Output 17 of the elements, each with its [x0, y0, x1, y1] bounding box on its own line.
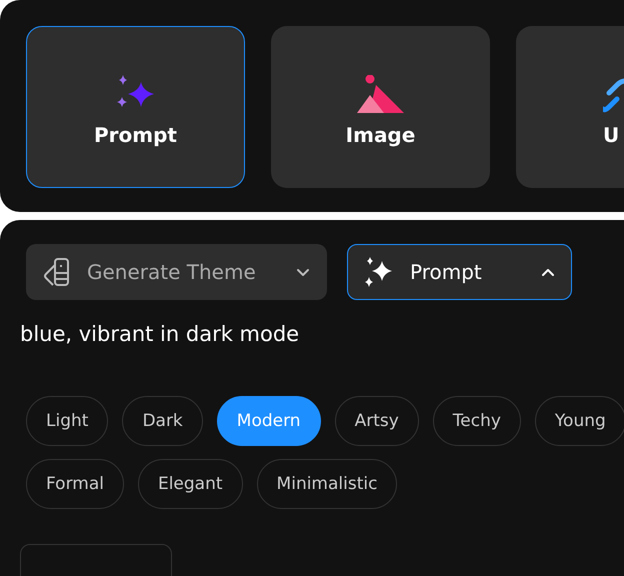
mountain-icon — [356, 75, 404, 115]
style-chip[interactable]: Minimalistic — [256, 459, 398, 509]
style-chip[interactable]: Dark — [122, 396, 203, 446]
style-chip[interactable]: Young — [534, 396, 624, 446]
sparkles-icon — [364, 257, 394, 287]
source-card[interactable]: U — [516, 26, 624, 188]
source-card[interactable]: Image — [271, 26, 490, 188]
style-chip[interactable]: Elegant — [138, 459, 243, 509]
swatch-icon — [43, 257, 71, 287]
source-card[interactable]: Prompt — [26, 26, 245, 188]
style-chip[interactable]: Artsy — [334, 396, 419, 446]
style-chip[interactable]: Light — [26, 396, 108, 446]
prompt-dropdown[interactable]: Prompt — [347, 244, 572, 300]
theme-dropdown[interactable]: Generate Theme — [26, 244, 327, 300]
style-chip[interactable]: Techy — [432, 396, 521, 446]
style-chip[interactable]: Formal — [26, 459, 124, 509]
prompt-text: blue, vibrant in dark mode — [20, 322, 300, 346]
